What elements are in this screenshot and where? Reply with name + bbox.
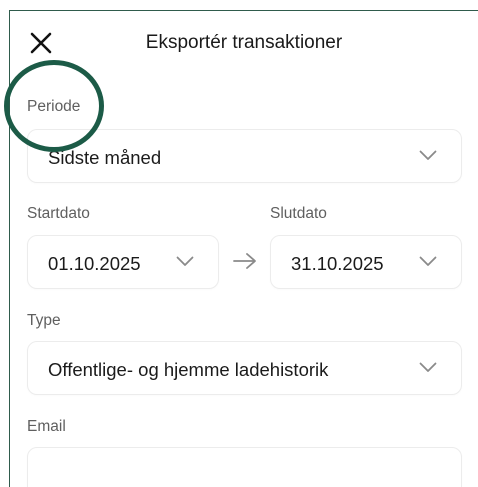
end-date-value: 31.10.2025 xyxy=(291,253,384,274)
email-label: Email xyxy=(27,418,66,435)
type-value: Offentlige- og hjemme ladehistorik xyxy=(48,359,329,380)
chevron-down-icon xyxy=(419,362,437,372)
annotation-circle xyxy=(4,60,104,152)
dialog-header: Eksportér transaktioner xyxy=(0,24,478,64)
chevron-down-icon xyxy=(419,256,437,266)
type-label: Type xyxy=(27,312,61,329)
panel-border-left xyxy=(9,10,10,487)
start-date-select[interactable]: 01.10.2025 xyxy=(27,235,219,289)
dialog-title: Eksportér transaktioner xyxy=(145,32,343,53)
type-select[interactable]: Offentlige- og hjemme ladehistorik xyxy=(27,341,462,395)
start-date-label: Startdato xyxy=(27,205,90,222)
chevron-down-icon xyxy=(176,256,194,266)
end-date-select[interactable]: 31.10.2025 xyxy=(270,235,462,289)
period-select[interactable]: Sidste måned xyxy=(27,129,462,183)
email-field[interactable] xyxy=(27,447,462,487)
arrow-right-icon xyxy=(233,253,256,269)
end-date-label: Slutdato xyxy=(270,205,327,222)
start-date-value: 01.10.2025 xyxy=(48,253,141,274)
panel-border-top xyxy=(9,10,478,11)
chevron-down-icon xyxy=(419,150,437,160)
